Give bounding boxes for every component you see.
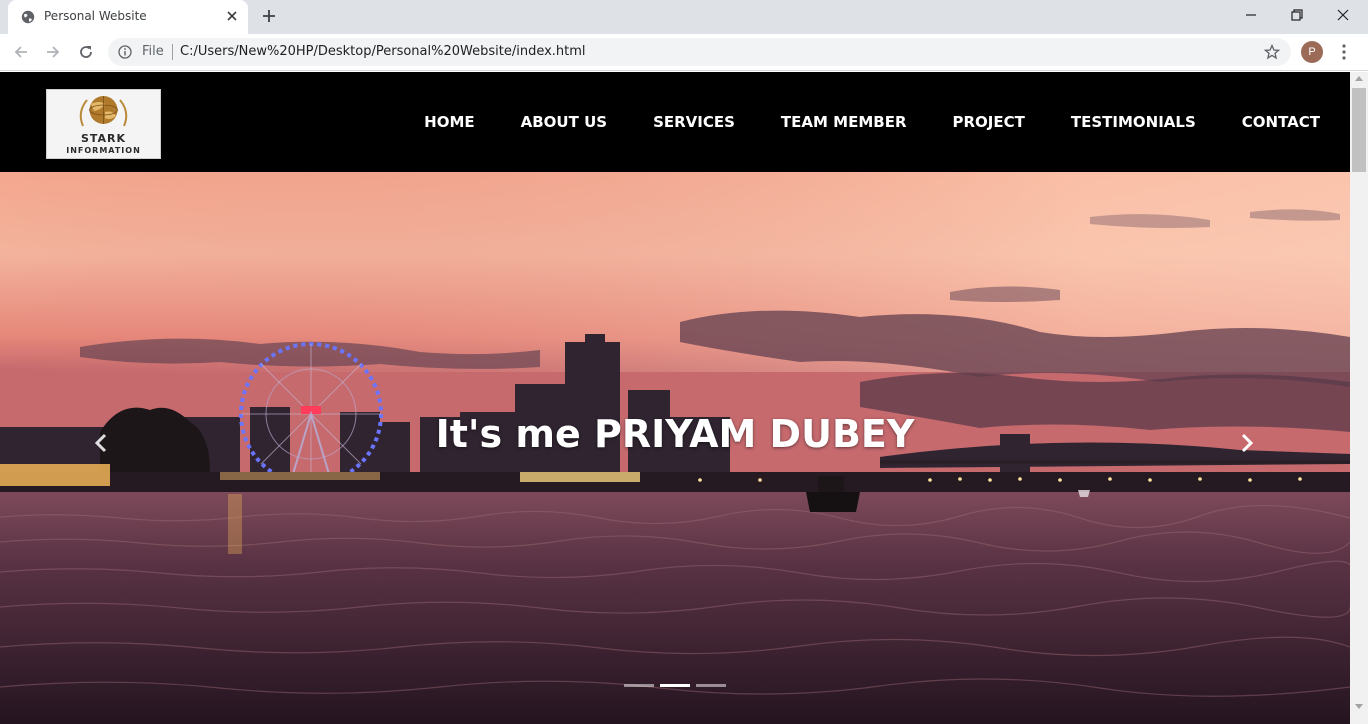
plus-icon[interactable] xyxy=(262,9,276,23)
nav-contact[interactable]: CONTACT xyxy=(1242,113,1320,131)
forward-button[interactable] xyxy=(43,42,63,62)
star-icon[interactable] xyxy=(1264,44,1280,60)
site-logo[interactable]: STARK INFORMATION xyxy=(46,89,161,159)
scroll-down-arrow-icon[interactable] xyxy=(1355,704,1363,709)
back-button[interactable] xyxy=(11,42,31,62)
info-icon[interactable] xyxy=(118,45,132,59)
scroll-thumb[interactable] xyxy=(1352,88,1366,172)
tab-title: Personal Website xyxy=(44,9,147,23)
hero-carousel: It's me PRIYAM DUBEY xyxy=(0,172,1350,724)
carousel-indicator[interactable] xyxy=(696,684,726,687)
chevron-right-icon xyxy=(1241,433,1254,453)
menu-dots-icon[interactable] xyxy=(1336,43,1352,61)
profile-avatar[interactable]: P xyxy=(1301,41,1323,63)
restore-icon xyxy=(1291,9,1303,21)
address-bar[interactable]: File C:/Users/New%20HP/Desktop/Personal%… xyxy=(108,38,1291,66)
globe-icon xyxy=(21,10,35,24)
window-close-button[interactable] xyxy=(1320,0,1366,30)
browser-toolbar: File C:/Users/New%20HP/Desktop/Personal%… xyxy=(0,34,1368,71)
site-header: STARK INFORMATION HOME ABOUT US SERVICES… xyxy=(0,72,1350,172)
nav-about-us[interactable]: ABOUT US xyxy=(521,113,607,131)
logo-subtitle: INFORMATION xyxy=(66,146,141,155)
page-scrollbar[interactable] xyxy=(1350,72,1368,724)
carousel-indicator-active[interactable] xyxy=(660,684,690,687)
carousel-indicator[interactable] xyxy=(624,684,654,687)
close-icon xyxy=(1337,9,1349,21)
browser-tab-strip: Personal Website xyxy=(0,0,1368,34)
main-navigation: HOME ABOUT US SERVICES TEAM MEMBER PROJE… xyxy=(378,72,1320,172)
hero-caption: It's me PRIYAM DUBEY xyxy=(435,412,915,456)
carousel-next-button[interactable] xyxy=(1234,428,1260,458)
nav-team-member[interactable]: TEAM MEMBER xyxy=(781,113,907,131)
carousel-prev-button[interactable] xyxy=(88,428,114,458)
nav-services[interactable]: SERVICES xyxy=(653,113,735,131)
nav-project[interactable]: PROJECT xyxy=(953,113,1025,131)
scroll-up-arrow-icon[interactable] xyxy=(1355,76,1363,81)
minimize-button[interactable] xyxy=(1228,0,1274,30)
logo-title: STARK xyxy=(80,132,127,145)
nav-home[interactable]: HOME xyxy=(424,113,474,131)
reload-button[interactable] xyxy=(76,42,96,62)
address-divider xyxy=(172,44,173,60)
restore-button[interactable] xyxy=(1274,0,1320,30)
file-scheme-label: File xyxy=(142,44,164,59)
globe-emblem-icon xyxy=(79,96,128,127)
chevron-left-icon xyxy=(94,433,107,453)
minimize-icon xyxy=(1246,14,1256,16)
close-icon[interactable] xyxy=(225,9,239,23)
arrow-right-icon xyxy=(47,46,60,58)
browser-tab[interactable]: Personal Website xyxy=(8,0,248,34)
carousel-indicators xyxy=(624,684,734,688)
page-viewport: STARK INFORMATION HOME ABOUT US SERVICES… xyxy=(0,72,1350,724)
reload-icon xyxy=(80,46,92,58)
arrow-left-icon xyxy=(14,46,27,58)
nav-testimonials[interactable]: TESTIMONIALS xyxy=(1071,113,1196,131)
url-text[interactable]: C:/Users/New%20HP/Desktop/Personal%20Web… xyxy=(180,44,586,59)
